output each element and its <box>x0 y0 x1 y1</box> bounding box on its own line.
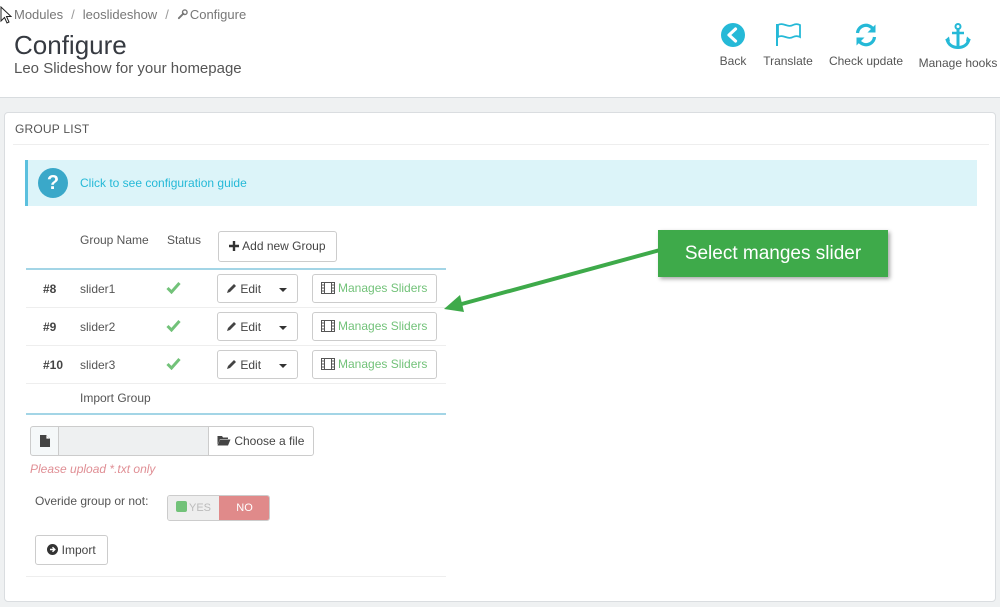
status-check-icon[interactable] <box>166 319 181 332</box>
back-label: Back <box>719 54 747 68</box>
add-group-button[interactable]: Add new Group <box>218 231 337 262</box>
choose-file-label: Choose a file <box>234 434 305 448</box>
pencil-icon <box>227 284 236 293</box>
callout-arrow <box>444 248 661 312</box>
table-row: #9 slider2 Edit Manages Sliders <box>26 308 446 346</box>
refresh-icon <box>855 23 877 47</box>
table-row: #8 slider1 Edit Manages Sliders <box>26 270 446 308</box>
status-check-icon[interactable] <box>166 357 181 370</box>
page-header: Modules / leoslideshow / Configure Configure… <box>0 0 1000 98</box>
manage-sliders-button[interactable]: Manages Sliders <box>312 350 437 379</box>
row-name: slider2 <box>80 320 116 334</box>
row-id: #10 <box>43 358 64 372</box>
toggle-yes[interactable]: YES <box>168 496 219 520</box>
override-label: Overide group or not: <box>35 494 149 508</box>
check-icon <box>175 501 187 512</box>
breadcrumb-configure: Configure <box>189 7 247 22</box>
manage-sliders-label: Manages Sliders <box>338 281 428 295</box>
flag-icon <box>776 23 801 46</box>
file-name-input[interactable] <box>58 426 209 456</box>
edit-label: Edit <box>240 282 262 296</box>
col-header-status: Status <box>167 233 202 247</box>
manage-sliders-button[interactable]: Manages Sliders <box>312 312 437 341</box>
manage-sliders-label: Manages Sliders <box>338 319 428 333</box>
row-id: #8 <box>43 282 57 296</box>
chevron-down-icon[interactable] <box>279 364 287 368</box>
film-icon <box>321 358 335 370</box>
film-icon <box>321 282 335 294</box>
import-label: Import <box>61 543 96 557</box>
manage-hooks-button[interactable]: Manage hooks <box>916 22 1000 70</box>
config-guide-link[interactable]: Click to see configuration guide <box>80 176 247 190</box>
edit-label: Edit <box>240 358 262 372</box>
breadcrumb-modules[interactable]: Modules <box>14 7 63 22</box>
pencil-icon <box>227 360 236 369</box>
status-check-icon[interactable] <box>166 281 181 294</box>
breadcrumb-leoslideshow[interactable]: leoslideshow <box>83 7 157 22</box>
manage-sliders-button[interactable]: Manages Sliders <box>312 274 437 303</box>
anchor-icon <box>945 23 971 50</box>
panel-divider <box>13 144 989 145</box>
chevron-down-icon[interactable] <box>279 288 287 292</box>
toolbar: Back Translate Check update Manage hooks <box>0 22 1000 78</box>
row-id: #9 <box>43 320 57 334</box>
override-toggle[interactable]: YES NO <box>167 495 270 521</box>
back-button[interactable]: Back <box>716 22 750 68</box>
translate-label: Translate <box>763 54 813 68</box>
check-update-label: Check update <box>828 54 904 68</box>
group-list-panel: GROUP LIST ? Click to see configuration … <box>4 112 996 602</box>
question-icon: ? <box>38 168 68 198</box>
back-arrow-icon <box>721 23 745 47</box>
toggle-yes-label: YES <box>188 502 211 514</box>
edit-button[interactable]: Edit <box>217 350 298 379</box>
add-group-label: Add new Group <box>242 239 326 253</box>
film-icon <box>321 320 335 332</box>
edit-button[interactable]: Edit <box>217 312 298 341</box>
import-button[interactable]: Import <box>35 535 108 565</box>
row-name: slider3 <box>80 358 116 372</box>
manage-sliders-label: Manages Sliders <box>338 357 428 371</box>
table-row: #10 slider3 Edit Manages Sliders <box>26 346 446 384</box>
circle-arrow-right-icon <box>47 544 59 555</box>
plus-icon <box>229 241 240 251</box>
manage-hooks-label: Manage hooks <box>918 56 998 70</box>
translate-button[interactable]: Translate <box>760 22 816 68</box>
toggle-no[interactable]: NO <box>219 496 269 520</box>
breadcrumb: Modules / leoslideshow / Configure <box>14 7 247 22</box>
check-update-button[interactable]: Check update <box>826 22 906 68</box>
col-header-group-name: Group Name <box>80 233 149 247</box>
annotation-callout: Select manges slider <box>658 230 888 277</box>
wrench-icon <box>177 9 188 20</box>
form-bottom-divider <box>26 576 446 577</box>
edit-button[interactable]: Edit <box>217 274 298 303</box>
pencil-icon <box>227 322 236 331</box>
info-alert: ? Click to see configuration guide <box>25 160 977 206</box>
row-name: slider1 <box>80 282 116 296</box>
choose-file-button[interactable]: Choose a file <box>208 426 314 456</box>
edit-label: Edit <box>240 320 262 334</box>
panel-heading: GROUP LIST <box>15 122 90 136</box>
folder-open-icon <box>217 436 231 446</box>
chevron-down-icon[interactable] <box>279 326 287 330</box>
import-divider <box>26 413 446 415</box>
file-icon-addon <box>30 426 59 456</box>
upload-warning: Please upload *.txt only <box>30 462 156 476</box>
file-icon <box>40 435 50 447</box>
import-group-label: Import Group <box>80 391 151 405</box>
